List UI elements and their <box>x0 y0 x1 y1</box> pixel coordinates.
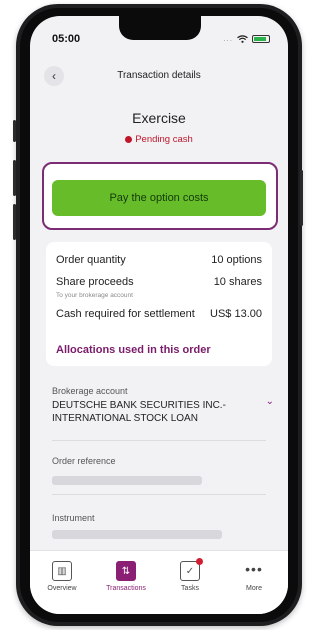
battery-icon <box>252 34 270 43</box>
pay-option-costs-button[interactable]: Pay the option costs <box>52 180 266 216</box>
instrument-label: Instrument <box>52 513 95 523</box>
notification-dot-icon <box>196 558 203 565</box>
cash-required-row: Cash required for settlement US$ 13.00 <box>56 308 262 320</box>
tab-label: Transactions <box>106 585 146 592</box>
side-button <box>300 170 303 226</box>
tab-overview[interactable]: ▥ Overview <box>30 561 94 592</box>
transaction-title: Exercise <box>132 110 186 126</box>
transactions-icon: ⇅ <box>116 561 136 581</box>
status-time: 05:00 <box>52 33 81 45</box>
signal-dots: ... <box>223 34 233 43</box>
tasks-icon: ✓ <box>180 558 203 581</box>
overview-icon: ▥ <box>52 561 72 581</box>
tab-transactions[interactable]: ⇅ Transactions <box>94 561 158 592</box>
divider <box>52 440 266 441</box>
brokerage-account-line2: INTERNATIONAL STOCK LOAN <box>52 413 198 424</box>
app-screen: 05:00 ... ‹ Transaction details Exercise… <box>30 16 288 614</box>
order-summary-card: Order quantity 10 options Share proceeds… <box>46 242 272 366</box>
divider <box>52 494 266 495</box>
status-text: Pending cash <box>135 134 193 145</box>
redacted-order-reference <box>52 476 202 485</box>
side-button <box>13 204 16 240</box>
order-quantity-label: Order quantity <box>56 254 126 266</box>
order-quantity-row: Order quantity 10 options <box>56 254 262 266</box>
status-dot-icon <box>125 135 133 143</box>
tab-label: Overview <box>47 585 77 592</box>
cash-required-label: Cash required for settlement <box>56 308 195 320</box>
redacted-instrument <box>52 530 222 539</box>
brokerage-account-label: Brokerage account <box>52 386 128 396</box>
share-proceeds-note: To your brokerage account <box>56 292 133 299</box>
more-icon: ••• <box>245 561 263 577</box>
order-quantity-value: 10 options <box>211 254 262 266</box>
tasks-glyph: ✓ <box>185 565 195 577</box>
tab-bar: ▥ Overview ⇅ Transactions ✓ Tasks ••• Mo… <box>30 550 288 614</box>
tab-more[interactable]: ••• More <box>222 561 286 592</box>
cash-required-value: US$ 13.00 <box>210 308 262 320</box>
tab-tasks[interactable]: ✓ Tasks <box>158 558 222 592</box>
tab-label: More <box>246 585 262 592</box>
status-badge: Pending cash <box>30 134 288 145</box>
status-icons: ... <box>223 34 270 43</box>
tab-label: Tasks <box>181 585 199 592</box>
wifi-icon <box>237 34 248 43</box>
brokerage-account-line1: DEUTSCHE BANK SECURITIES INC.- <box>52 400 226 411</box>
side-button <box>13 120 16 142</box>
chevron-down-icon[interactable]: ⌄ <box>266 396 274 407</box>
allocations-link[interactable]: Allocations used in this order <box>56 344 211 356</box>
share-proceeds-label: Share proceeds <box>56 276 134 288</box>
share-proceeds-row: Share proceeds 10 shares <box>56 276 262 288</box>
order-reference-label: Order reference <box>52 456 116 466</box>
side-button <box>13 160 16 196</box>
header: ‹ Transaction details <box>30 64 288 90</box>
status-bar: 05:00 ... <box>30 16 288 56</box>
page-title: Transaction details <box>117 70 201 81</box>
share-proceeds-value: 10 shares <box>213 276 262 288</box>
